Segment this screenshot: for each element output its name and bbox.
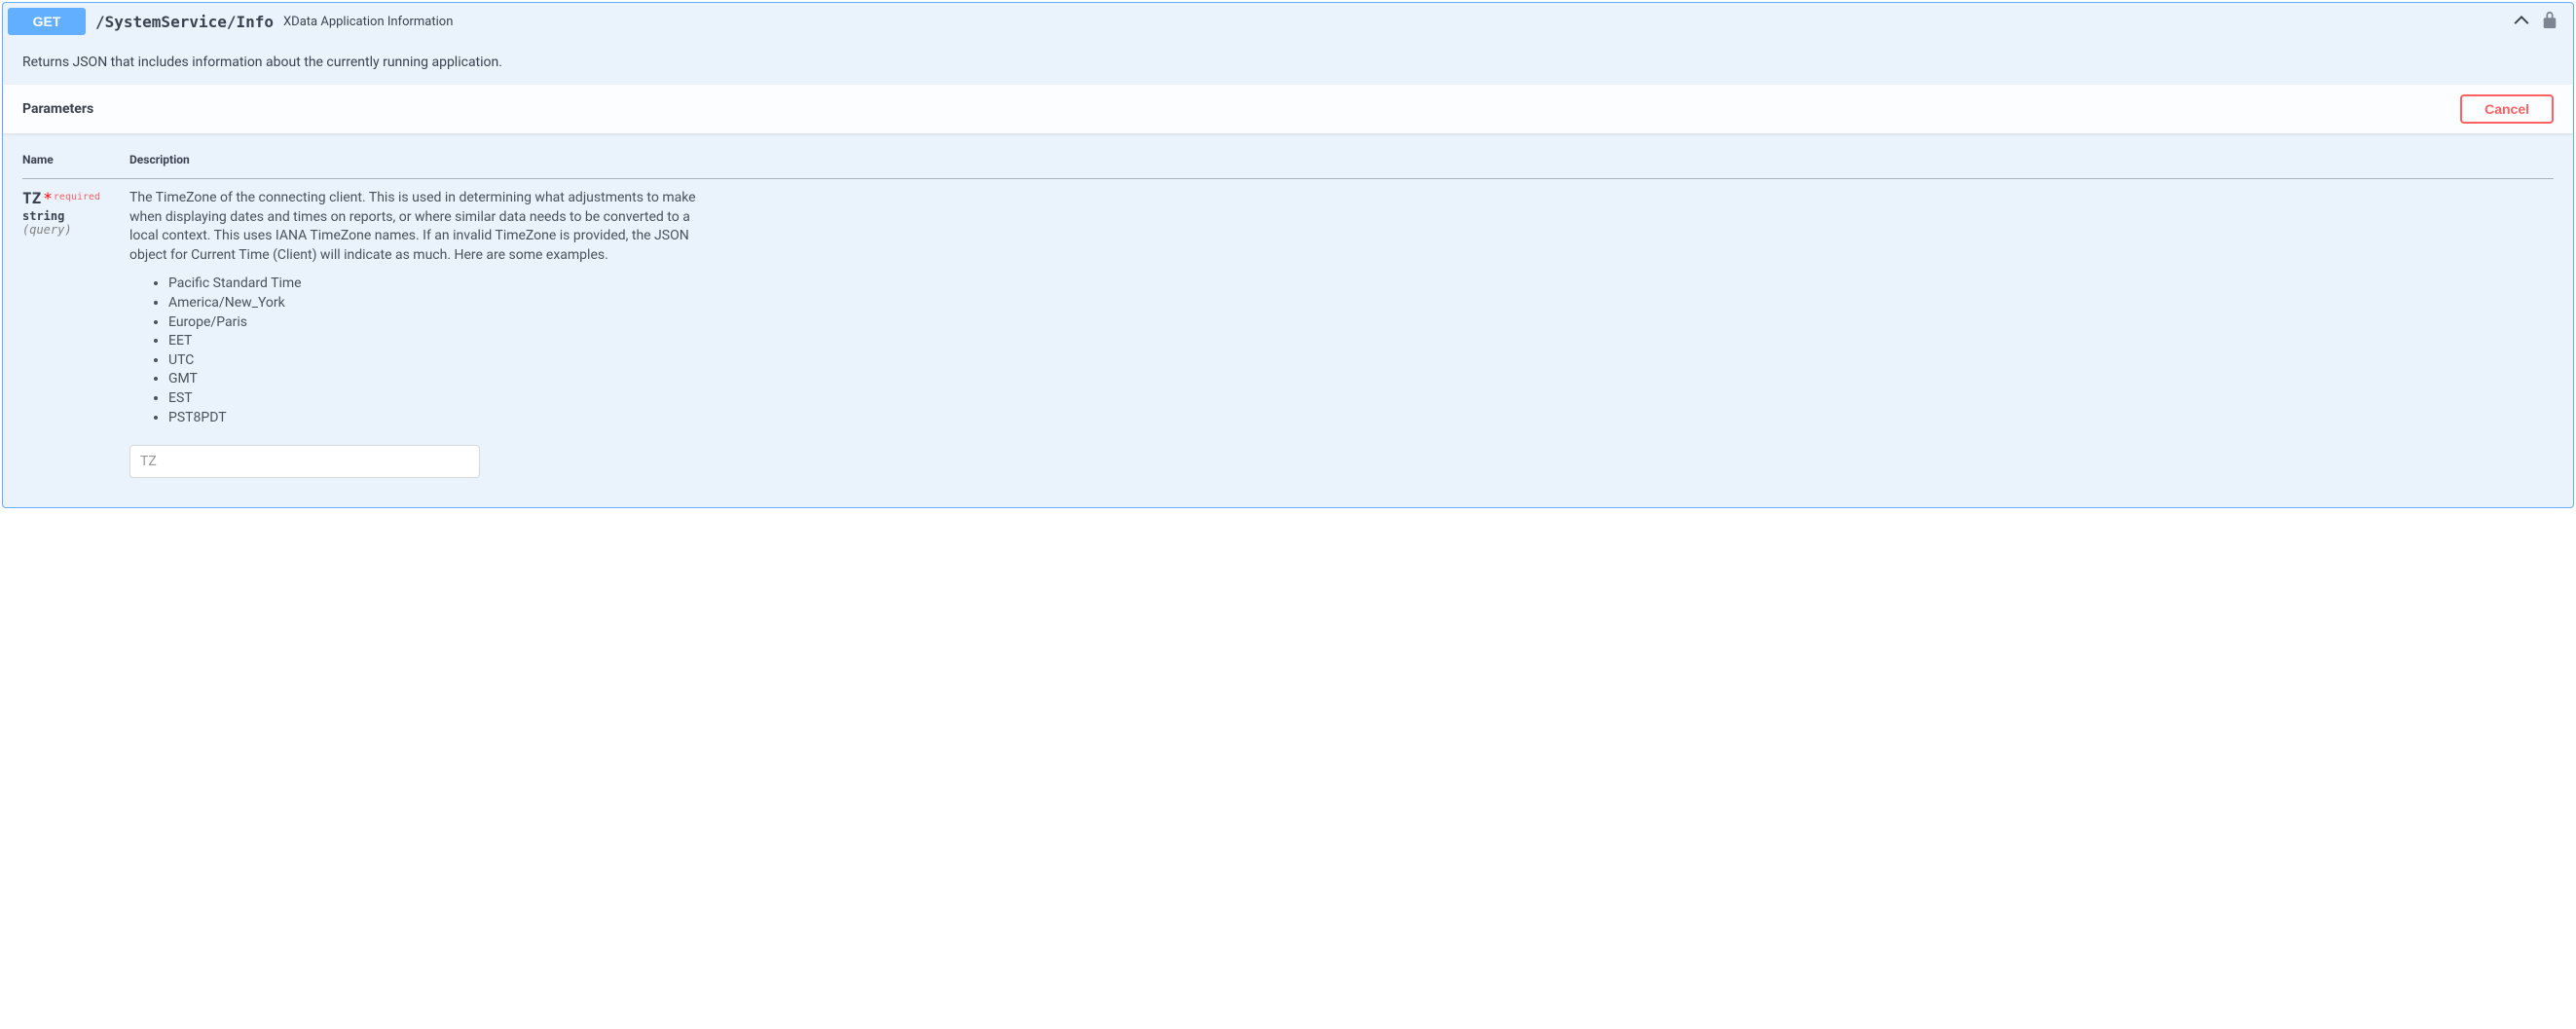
list-item: EST	[168, 389, 2554, 409]
table-header-name: Name	[22, 153, 129, 179]
parameter-examples-list: Pacific Standard Time America/New_York E…	[129, 275, 2554, 427]
operation-summary-text: XData Application Information	[283, 15, 2512, 29]
http-method-badge: GET	[8, 8, 86, 35]
chevron-up-icon[interactable]	[2512, 10, 2531, 33]
parameter-row: TZ*required string (query) The TimeZone …	[22, 179, 2554, 489]
operation-body: Returns JSON that includes information a…	[3, 40, 2573, 507]
operation-path: /SystemService/Info	[86, 13, 283, 31]
parameters-table: Name Description TZ*required string (que…	[22, 153, 2554, 488]
operation-summary[interactable]: GET /SystemService/Info XData Applicatio…	[3, 3, 2573, 40]
operation-description: Returns JSON that includes information a…	[3, 40, 2573, 85]
list-item: EET	[168, 332, 2554, 351]
list-item: Pacific Standard Time	[168, 275, 2554, 294]
required-label: required	[53, 192, 100, 202]
list-item: UTC	[168, 351, 2554, 371]
parameter-description: The TimeZone of the connecting client. T…	[129, 189, 704, 265]
parameters-title: Parameters	[22, 101, 2460, 117]
list-item: Europe/Paris	[168, 313, 2554, 333]
parameter-type: string	[22, 209, 129, 223]
list-item: GMT	[168, 370, 2554, 389]
list-item: PST8PDT	[168, 409, 2554, 428]
list-item: America/New_York	[168, 294, 2554, 313]
lock-icon[interactable]	[2541, 10, 2558, 33]
parameter-in: (query)	[22, 223, 129, 237]
parameters-header: Parameters Cancel	[3, 85, 2573, 133]
cancel-button[interactable]: Cancel	[2460, 94, 2554, 124]
table-header-description: Description	[129, 153, 2554, 179]
required-star-icon: *	[41, 189, 53, 207]
operation-block: GET /SystemService/Info XData Applicatio…	[2, 2, 2574, 508]
parameter-name: TZ*required	[22, 189, 129, 207]
parameter-input[interactable]	[129, 445, 480, 478]
